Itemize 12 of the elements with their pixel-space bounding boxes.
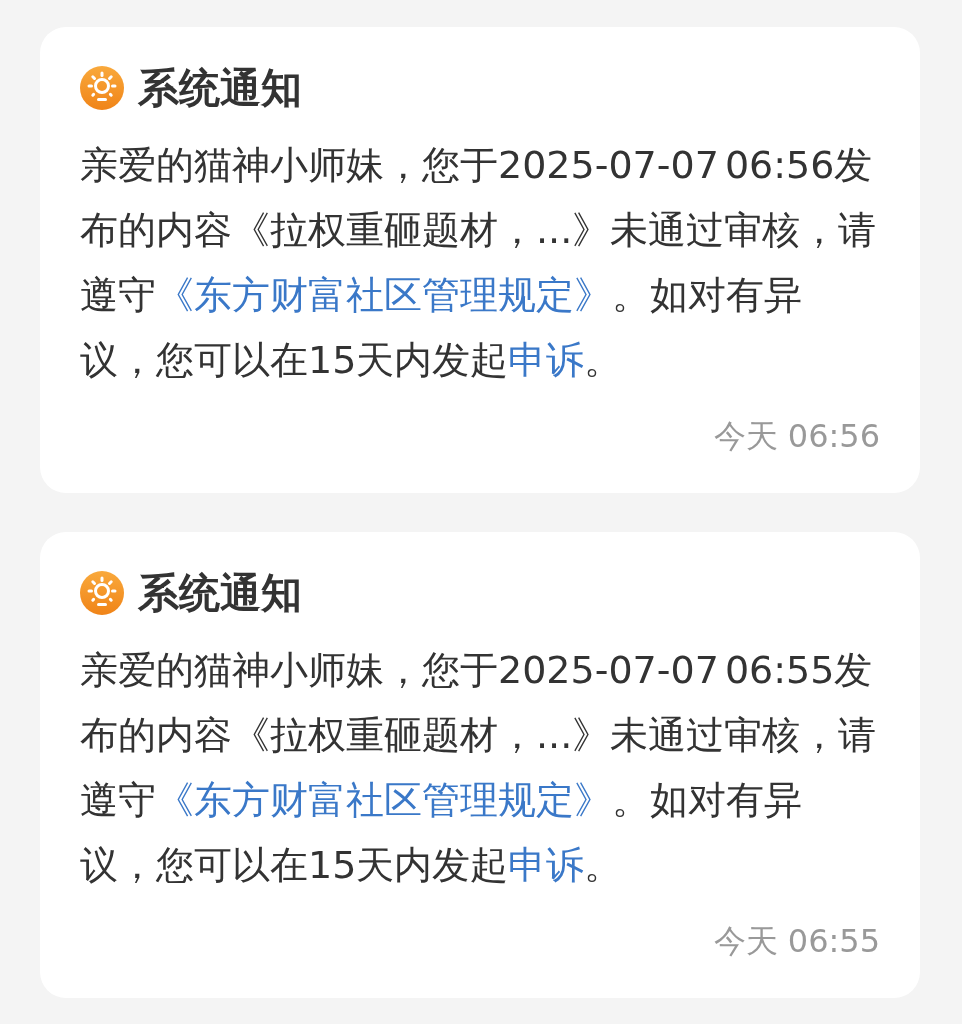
sun-icon [80,66,124,110]
notice-message: 亲爱的猫神小师妹，您于2025-07-07 06:56发布的内容《拉权重砸题材，...》未通过审核，请遵守《东方财富社区管理规定》。如对有异议，您可以在15天内发起申诉。 [80,142,877,384]
text-link[interactable]: 《东方财富社区管理规定》 [156,778,612,822]
text-link[interactable]: 《东方财富社区管理规定》 [156,273,612,317]
notice-time: 今天 06:56 [713,416,880,456]
text-link[interactable]: 申诉 [508,338,585,382]
notice-title: 系统通知 [138,571,302,615]
text-link[interactable]: 申诉 [508,843,585,887]
notice-time: 今天 06:55 [713,921,880,961]
notice-message: 亲爱的猫神小师妹，您于2025-07-07 06:55发布的内容《拉权重砸题材，...》未通过审核，请遵守《东方财富社区管理规定》。如对有异议，您可以在15天内发起申诉。 [80,647,877,889]
sun-icon [80,571,124,615]
notice-title: 系统通知 [138,66,302,110]
